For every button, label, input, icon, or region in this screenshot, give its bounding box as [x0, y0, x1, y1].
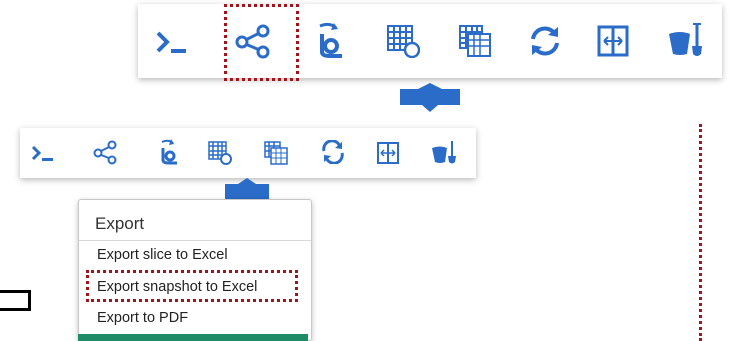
sync-icon[interactable]	[320, 140, 346, 164]
dotted-divider	[699, 124, 702, 341]
terminal-icon[interactable]	[30, 142, 56, 164]
share-highlight	[224, 4, 299, 81]
arrow-down-icon	[400, 83, 460, 112]
sync-icon[interactable]	[527, 24, 563, 58]
toolbar-small	[20, 128, 476, 178]
share-icon[interactable]	[92, 139, 118, 165]
menu-divider	[79, 240, 311, 241]
green-button-strip	[78, 334, 308, 341]
snapshot-highlight	[86, 270, 298, 302]
bucket-shovel-icon[interactable]	[430, 138, 458, 166]
fit-width-icon[interactable]	[376, 141, 400, 165]
pivot-grid-copy-icon[interactable]	[264, 141, 288, 165]
refresh-data-icon[interactable]	[312, 20, 348, 60]
pivot-grid-icon[interactable]	[386, 24, 420, 58]
terminal-icon[interactable]	[154, 26, 190, 58]
export-slice-to-excel[interactable]: Export slice to Excel	[97, 247, 228, 263]
fit-width-icon[interactable]	[596, 24, 630, 58]
pivot-grid-copy-icon[interactable]	[458, 24, 492, 58]
refresh-data-icon[interactable]	[156, 138, 182, 166]
export-menu-title: Export	[95, 214, 145, 233]
bracket-shape	[0, 290, 31, 311]
pivot-grid-icon[interactable]	[208, 141, 232, 165]
export-to-pdf[interactable]: Export to PDF	[97, 310, 188, 326]
bucket-shovel-icon[interactable]	[666, 20, 706, 60]
